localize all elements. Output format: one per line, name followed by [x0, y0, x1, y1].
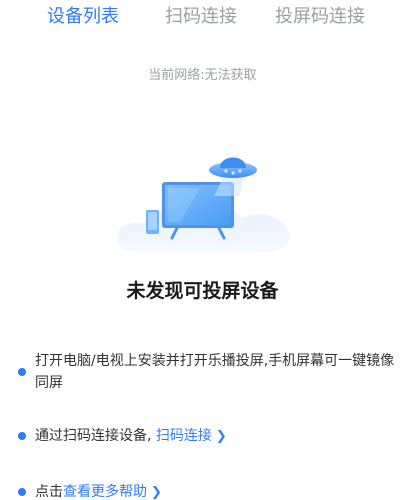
- tv-ufo-illustration: [110, 148, 300, 258]
- empty-state-title: 未发现可投屏设备: [126, 280, 279, 302]
- bullet-dot-icon: [18, 488, 26, 496]
- scan-connect-link-label[interactable]: 扫码连接: [156, 428, 212, 444]
- bullet-dot-icon: [18, 368, 26, 376]
- chevron-right-icon: ❯: [215, 429, 227, 444]
- tab-code-connect[interactable]: 投屏码连接: [275, 4, 365, 30]
- tv-ufo-icon: [117, 157, 290, 252]
- tip-text: 通过扫码连接设备, 扫码连接 ❯: [35, 425, 398, 448]
- more-help-link-label[interactable]: 查看更多帮助: [63, 484, 147, 500]
- tab-scan-connect[interactable]: 扫码连接: [165, 4, 237, 30]
- network-status: 当前网络:无法获取: [148, 68, 257, 83]
- bullet-dot-icon: [18, 432, 26, 440]
- scan-connect-link[interactable]: 扫码连接 ❯: [156, 428, 227, 444]
- device-screen: 设备列表 扫码连接 投屏码连接 当前网络:无法获取 未发现可投屏设备 打开电脑/…: [0, 0, 405, 500]
- tip-item: 点击查看更多帮助 ❯: [18, 481, 398, 500]
- tip-item: 打开电脑/电视上安装并打开乐播投屏,手机屏幕可一键镜像同屏: [18, 350, 398, 396]
- chevron-right-icon: ❯: [151, 485, 162, 500]
- tip-prefix: 点击: [35, 484, 63, 500]
- tip-text: 打开电脑/电视上安装并打开乐播投屏,手机屏幕可一键镜像同屏: [35, 353, 395, 391]
- more-help-link[interactable]: 查看更多帮助 ❯: [63, 484, 162, 500]
- tab-bar: 设备列表 扫码连接 投屏码连接: [0, 0, 405, 34]
- tip-text: 点击查看更多帮助 ❯: [35, 481, 398, 500]
- tab-device-list[interactable]: 设备列表: [47, 4, 119, 30]
- tip-prefix: 通过扫码连接设备,: [35, 428, 152, 444]
- tip-item: 通过扫码连接设备, 扫码连接 ❯: [18, 425, 398, 447]
